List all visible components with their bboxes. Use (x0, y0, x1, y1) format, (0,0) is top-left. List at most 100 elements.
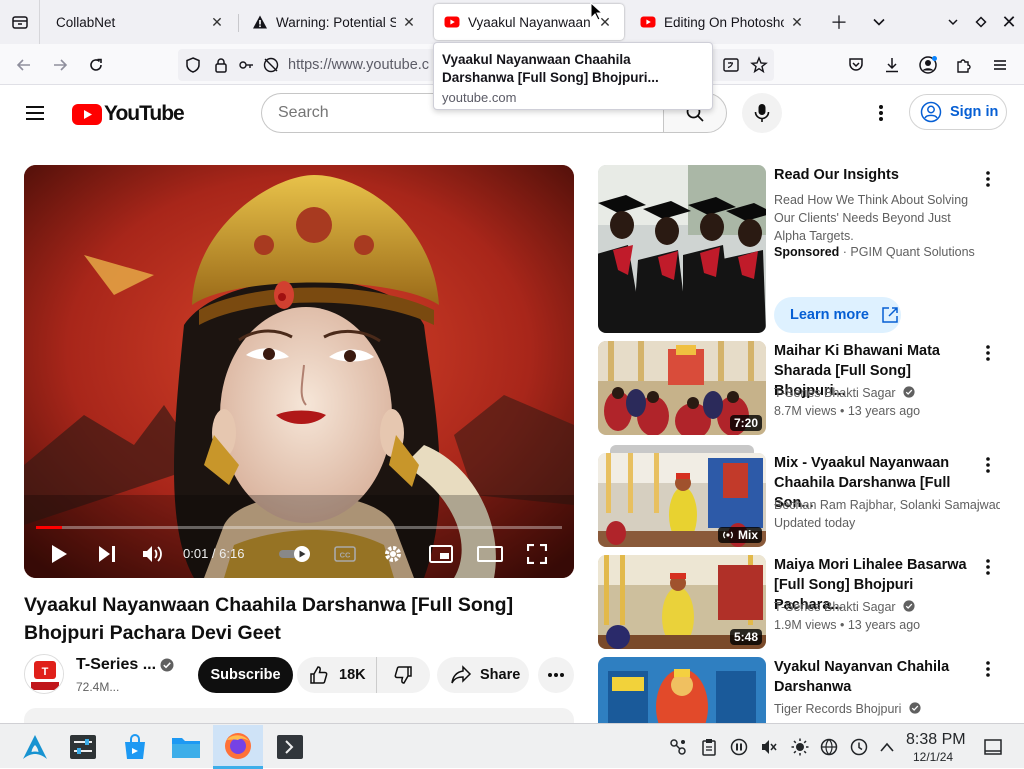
autoplay-toggle[interactable] (276, 540, 316, 568)
progress-bar[interactable] (36, 526, 562, 529)
reload-button[interactable] (82, 51, 110, 79)
mix-thumbnail[interactable]: Mix (598, 453, 766, 547)
forward-button[interactable] (46, 51, 74, 79)
tab-editing-on-photoshop[interactable]: Editing On Photoshop ✕ (630, 4, 816, 40)
tab-collabnet[interactable]: CollabNet ✕ (46, 4, 236, 40)
back-button[interactable] (10, 51, 38, 79)
sidebar-video-item[interactable]: 5:48 Maiya Mori Lihalee Basarwa [Full So… (598, 555, 1006, 649)
mix-label: Mix (737, 528, 758, 542)
close-tab-icon[interactable]: ✕ (788, 13, 806, 31)
album-cover-image (598, 657, 766, 723)
pocket-icon (849, 58, 863, 71)
close-tab-icon[interactable]: ✕ (400, 13, 418, 31)
lock-icon[interactable] (212, 56, 230, 74)
external-link-icon (882, 307, 898, 323)
permissions-icon[interactable] (238, 56, 256, 74)
like-button[interactable]: 18K (297, 657, 377, 693)
firefox-icon (225, 732, 251, 759)
mute-button[interactable] (140, 540, 166, 568)
extensions-button[interactable] (950, 51, 978, 79)
skip-next-icon (99, 546, 115, 562)
clock-date[interactable]: 12/1/24 (913, 750, 953, 764)
video-player[interactable]: 0:01 / 6:16 CC (24, 165, 574, 578)
app-menu-button[interactable] (986, 51, 1014, 79)
sidebar-video-item[interactable]: Vyakul Nayanvan Chahila Darshanwa Tiger … (598, 657, 1006, 723)
bookmark-star-icon[interactable] (750, 56, 768, 74)
verified-badge-icon (909, 702, 921, 714)
kde-connect-tray-icon[interactable] (669, 738, 687, 756)
voice-search-button[interactable] (742, 93, 782, 133)
share-button[interactable]: Share (437, 657, 529, 693)
ad-title[interactable]: Read Our Insights (774, 165, 974, 185)
account-button[interactable] (914, 51, 942, 79)
updates-tray-icon[interactable] (850, 738, 868, 756)
sidebar-ad[interactable]: Read Our Insights Read How We Think Abou… (598, 165, 1006, 333)
translate-icon[interactable] (722, 56, 740, 74)
video-menu-button[interactable] (980, 453, 996, 477)
back-arrow-icon (16, 59, 30, 71)
ad-menu-button[interactable] (980, 167, 996, 191)
list-all-tabs-button[interactable] (0, 0, 40, 44)
channel-line: T-Series Bhakti Sagar (774, 386, 915, 400)
firefox-taskbar-app[interactable] (213, 725, 263, 769)
sign-in-label: Sign in (950, 104, 999, 120)
network-tray-icon[interactable] (820, 738, 838, 756)
ad-thumbnail[interactable] (598, 165, 766, 333)
youtube-logo[interactable]: YouTube (72, 102, 185, 126)
video-title[interactable]: Vyakul Nayanvan Chahila Darshanwa (774, 657, 974, 697)
maximize-window-button[interactable] (968, 9, 994, 35)
subscribe-button[interactable]: Subscribe (198, 657, 293, 693)
channel-avatar[interactable]: T (24, 654, 64, 694)
learn-more-button[interactable]: Learn more (774, 297, 901, 333)
video-thumbnail[interactable]: 5:48 (598, 555, 766, 649)
clock-time[interactable]: 8:38 PM (906, 731, 966, 749)
channel-name[interactable]: T-Series ... (76, 656, 156, 674)
new-tab-button[interactable]: ＋ (826, 9, 852, 35)
brightness-tray-icon[interactable] (791, 738, 809, 756)
sidebar-video-item[interactable]: 7:20 Maihar Ki Bhawani Mata Sharada [Ful… (598, 341, 1006, 435)
ad-sponsor-line: Sponsored · PGIM Quant Solutions (774, 245, 975, 259)
tray-expand-chevron-icon[interactable] (878, 738, 896, 756)
settings-more-button[interactable] (870, 101, 892, 125)
video-thumbnail[interactable]: 7:20 (598, 341, 766, 435)
volume-muted-tray-icon[interactable] (760, 738, 778, 756)
close-tab-icon[interactable]: ✕ (208, 13, 226, 31)
close-window-button[interactable]: ✕ (996, 9, 1022, 35)
video-menu-button[interactable] (980, 657, 996, 681)
next-button[interactable] (94, 540, 120, 568)
theater-mode-button[interactable] (476, 540, 504, 568)
pocket-button[interactable] (842, 51, 870, 79)
mix-stack-decoration (610, 445, 754, 453)
more-actions-button[interactable] (538, 657, 574, 693)
system-settings-taskbar-app[interactable] (58, 725, 108, 769)
clipboard-tray-icon[interactable] (700, 738, 718, 756)
file-manager-taskbar-app[interactable] (161, 725, 211, 769)
radio-waves-icon (723, 531, 733, 539)
downloads-button[interactable] (878, 51, 906, 79)
sidebar-mix-item[interactable]: Mix Mix - Vyaakul Nayanwaan Chaahila Dar… (598, 445, 1006, 547)
video-menu-button[interactable] (980, 555, 996, 579)
show-desktop-button[interactable] (983, 737, 1003, 757)
miniplayer-button[interactable] (428, 540, 454, 568)
youtube-logo-icon (72, 103, 102, 125)
like-count: 18K (339, 667, 366, 683)
settings-button[interactable] (380, 540, 406, 568)
discover-store-taskbar-app[interactable] (110, 725, 160, 769)
fullscreen-button[interactable] (524, 540, 550, 568)
dislike-button[interactable] (377, 657, 429, 693)
video-thumbnail[interactable] (598, 657, 766, 723)
minimize-window-button[interactable] (940, 9, 966, 35)
guide-menu-button[interactable] (24, 102, 48, 122)
play-button[interactable] (46, 540, 72, 568)
video-menu-button[interactable] (980, 341, 996, 365)
konsole-taskbar-app[interactable] (265, 725, 315, 769)
application-launcher-button[interactable] (10, 725, 60, 769)
tab-overflow-chevron-icon[interactable] (866, 9, 892, 35)
autoplay-blocked-icon[interactable] (262, 56, 280, 74)
sign-in-button[interactable]: Sign in (909, 94, 1007, 130)
shield-icon[interactable] (184, 56, 202, 74)
verified-badge-icon (160, 658, 174, 672)
subtitles-button[interactable]: CC (332, 540, 358, 568)
tab-warning[interactable]: Warning: Potential Se ✕ (242, 4, 428, 40)
media-player-tray-icon[interactable] (730, 738, 748, 756)
